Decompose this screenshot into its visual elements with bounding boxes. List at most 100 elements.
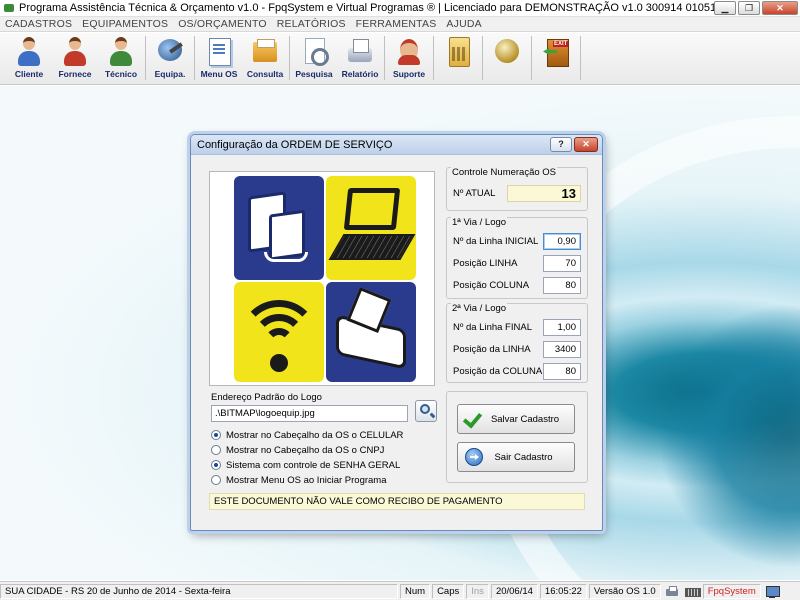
first-copy-title: 1ª Via / Logo — [451, 217, 508, 228]
laptop-keyboard-shape — [328, 234, 416, 260]
tecnico-label: Técnico — [104, 69, 138, 79]
laptop-icon — [343, 188, 401, 230]
logo-path-label: Endereço Padrão do Logo — [211, 392, 322, 403]
status-caps-lock: Caps — [432, 583, 465, 599]
menu-os-orcamento[interactable]: OS/ORÇAMENTO — [173, 18, 272, 30]
menu-cadastros[interactable]: CADASTROS — [0, 18, 77, 30]
suporte-button[interactable]: Suporte — [386, 33, 432, 83]
option-radio[interactable] — [211, 460, 221, 470]
menu-ferramentas[interactable]: FERRAMENTAS — [351, 18, 442, 30]
equipment-globe-icon — [155, 36, 185, 66]
column-position-field[interactable]: 80 — [543, 276, 581, 294]
toolbar-separator — [384, 36, 385, 80]
logo-path-input[interactable]: .\BITMAP\logoequip.jpg — [211, 405, 408, 422]
menu-os-button[interactable]: Menu OS — [196, 33, 242, 83]
menu-os-label: Menu OS — [200, 69, 238, 79]
receipt-notice: ESTE DOCUMENTO NÃO VALE COMO RECIBO DE P… — [209, 493, 585, 510]
desktop-computer-tile — [234, 176, 324, 280]
current-number-row: Nº ATUAL 13 — [453, 184, 581, 202]
exit-door-icon: EXIT — [541, 36, 571, 67]
monitor-icon[interactable] — [763, 584, 781, 599]
maximize-button[interactable]: ❐ — [738, 1, 760, 15]
menu-ajuda[interactable]: AJUDA — [441, 18, 486, 30]
actions-group: Salvar Cadastro Sair Cadastro — [446, 391, 588, 483]
os-numbering-title: Controle Numeração OS — [451, 167, 558, 178]
logo-preview-image — [209, 171, 435, 386]
consulta-button[interactable]: Consulta — [242, 33, 288, 83]
restore-icon: ❐ — [744, 3, 754, 13]
option-label: Mostrar no Cabeçalho da OS o CNPJ — [226, 444, 385, 456]
relatorio-button[interactable]: Relatório — [337, 33, 383, 83]
calculator-icon — [443, 36, 473, 67]
pesquisa-button[interactable]: Pesquisa — [291, 33, 337, 83]
column-position-label: Posição COLUNA — [453, 279, 530, 291]
calculator-button[interactable] — [435, 33, 481, 83]
close-icon: ✕ — [776, 3, 784, 13]
option-senha-geral[interactable]: Sistema com controle de SENHA GERAL — [211, 458, 400, 472]
second-copy-row: Nº da Linha FINAL 1,00 — [453, 318, 581, 336]
minimize-button[interactable]: ▁ — [714, 1, 736, 15]
tecnico-button[interactable]: Técnico — [98, 33, 144, 83]
status-date: 20/06/14 — [490, 583, 538, 599]
printer-status-icon[interactable] — [663, 584, 681, 599]
second-column-position-label: Posição da COLUNA — [453, 365, 543, 377]
toolbar-separator — [145, 36, 146, 80]
option-radio[interactable] — [211, 445, 221, 455]
second-copy-row: Posição da LINHA 3400 — [453, 340, 581, 358]
arrow-right-icon — [465, 448, 483, 466]
exit-badge: EXIT — [553, 41, 569, 47]
close-window-button[interactable]: ✕ — [762, 1, 798, 15]
line-position-field[interactable]: 70 — [543, 254, 581, 272]
first-copy-row: Nº da Linha INICIAL 0,90 — [453, 232, 581, 250]
browse-logo-button[interactable] — [415, 400, 437, 422]
folder-icon — [250, 36, 280, 66]
toolbar-separator — [194, 36, 195, 80]
document-list-icon — [204, 36, 234, 66]
dialog-titlebar: Configuração da ORDEM DE SERVIÇO ? ✕ — [191, 135, 602, 155]
status-num-lock: Num — [400, 583, 431, 599]
help-button[interactable]: ? — [550, 137, 572, 152]
first-copy-row: Posição COLUNA 80 — [453, 276, 581, 294]
window-controls: ▁ ❐ ✕ — [714, 1, 798, 15]
cliente-button[interactable]: Cliente — [6, 33, 52, 83]
cliente-label: Cliente — [14, 69, 44, 79]
save-button[interactable]: Salvar Cadastro — [457, 404, 575, 434]
computer-base-shape — [264, 252, 308, 262]
dialog-close-button[interactable]: ✕ — [574, 137, 598, 152]
option-show-cnpj[interactable]: Mostrar no Cabeçalho da OS o CNPJ — [211, 443, 384, 457]
wifi-tile — [234, 282, 324, 382]
coin-icon — [492, 36, 522, 66]
financial-button[interactable] — [484, 33, 530, 83]
option-menu-os-start[interactable]: Mostrar Menu OS ao Iniciar Programa — [211, 473, 387, 487]
equipa-button[interactable]: Equipa. — [147, 33, 193, 83]
status-time: 16:05:22 — [539, 583, 587, 599]
main-toolbar: Cliente Fornece Técnico Equipa. Menu OS … — [0, 33, 800, 85]
second-line-position-field[interactable]: 3400 — [543, 340, 581, 358]
option-radio[interactable] — [211, 430, 221, 440]
keyboard-icon[interactable] — [683, 584, 701, 599]
fornece-button[interactable]: Fornece — [52, 33, 98, 83]
status-location-date: SUA CIDADE - RS 20 de Junho de 2014 - Se… — [0, 583, 398, 599]
option-show-celular[interactable]: Mostrar no Cabeçalho da OS o CELULAR — [211, 428, 403, 442]
option-label: Sistema com controle de SENHA GERAL — [226, 459, 401, 471]
exit-dialog-button[interactable]: Sair Cadastro — [457, 442, 575, 472]
final-line-field[interactable]: 1,00 — [543, 318, 581, 336]
computer-icon — [248, 191, 286, 253]
option-label: Mostrar no Cabeçalho da OS o CELULAR — [226, 429, 404, 441]
check-icon — [464, 409, 486, 429]
consulta-label: Consulta — [246, 69, 284, 79]
initial-line-field[interactable]: 0,90 — [543, 232, 581, 250]
support-agent-icon — [394, 36, 424, 66]
dialog-controls: ? ✕ — [550, 137, 598, 152]
search-icon — [420, 404, 430, 414]
dialog-title: Configuração da ORDEM DE SERVIÇO — [197, 138, 393, 151]
menu-equipamentos[interactable]: EQUIPAMENTOS — [77, 18, 173, 30]
initial-line-label: Nº da Linha INICIAL — [453, 235, 539, 247]
second-column-position-field[interactable]: 80 — [543, 362, 581, 380]
wifi-dot-shape — [270, 354, 288, 372]
menu-relatorios[interactable]: RELATÓRIOS — [272, 18, 351, 30]
current-number-field[interactable]: 13 — [507, 184, 581, 202]
menu-bar: CADASTROS EQUIPAMENTOS OS/ORÇAMENTO RELA… — [0, 17, 800, 32]
option-radio[interactable] — [211, 475, 221, 485]
exit-button[interactable]: EXIT — [533, 33, 579, 83]
